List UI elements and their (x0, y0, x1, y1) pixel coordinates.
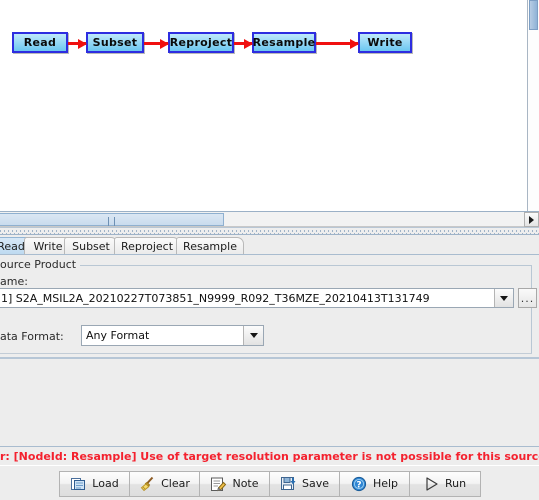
group-border-right (531, 265, 532, 353)
button-label: Note (232, 477, 259, 490)
data-format-label: ata Format: (0, 330, 64, 343)
tab-subset[interactable]: Subset (64, 237, 118, 255)
button-label: Help (372, 477, 399, 490)
source-product-group-title: ource Product (0, 258, 81, 271)
source-product-combo[interactable]: 1] S2A_MSIL2A_20210227T073851_N9999_R092… (0, 288, 514, 308)
notepad-pencil-icon (210, 476, 227, 492)
tab-label: Subset (72, 240, 110, 253)
graph-connector-1[interactable] (144, 38, 169, 49)
data-format-combo[interactable]: Any Format (81, 325, 264, 346)
graph-connector-3[interactable] (316, 38, 359, 49)
data-format-dropdown-arrow[interactable] (243, 326, 263, 345)
read-operator-panel (0, 255, 539, 447)
chevron-down-icon (500, 295, 508, 301)
error-message-bar: r: [NodeId: Resample] Use of target reso… (0, 448, 539, 465)
button-label: Clear (161, 477, 190, 490)
graph-node-resample[interactable]: Resample (252, 32, 316, 53)
vertical-scroll-thumb[interactable] (529, 0, 538, 30)
clear-button[interactable]: Clear (128, 470, 201, 497)
help-button[interactable]: ? Help (338, 470, 411, 497)
panel-separator (0, 357, 539, 359)
graph-node-label: Reproject (169, 36, 233, 49)
product-name-label: ame: (0, 275, 28, 288)
group-border-bottom (0, 353, 532, 354)
graph-canvas[interactable]: Read Subset Reproject Resample Write (0, 0, 539, 211)
graph-node-label: Resample (252, 36, 316, 49)
button-label: Save (301, 477, 329, 490)
folder-open-icon (70, 476, 87, 492)
data-format-value: Any Format (86, 329, 150, 342)
scroll-thumb-grip (108, 217, 115, 226)
scroll-right-arrow-button[interactable] (524, 212, 539, 227)
graph-node-label: Read (23, 36, 57, 49)
chevron-down-icon (249, 333, 258, 338)
tab-label: Reproject (120, 240, 174, 253)
note-button[interactable]: Note (198, 470, 271, 497)
save-disk-icon (280, 476, 297, 492)
graph-connector-2[interactable] (234, 38, 253, 49)
browse-file-button[interactable]: ... (518, 288, 537, 308)
source-product-value: 1] S2A_MSIL2A_20210227T073851_N9999_R092… (1, 291, 430, 305)
graph-node-label: Subset (92, 36, 138, 49)
dialog-button-bar: Load Clear Note Save? Help Run (0, 465, 539, 500)
chevron-right-icon (529, 215, 534, 224)
broom-icon (139, 476, 156, 492)
graph-node-label: Write (367, 36, 403, 49)
tab-reproject[interactable]: Reproject (114, 237, 180, 255)
graph-node-read[interactable]: Read (12, 32, 68, 53)
error-message-text: r: [NodeId: Resample] Use of target reso… (0, 450, 539, 463)
help-circle-icon: ? (351, 476, 368, 492)
graph-node-reproject[interactable]: Reproject (168, 32, 234, 53)
canvas-vertical-scrollbar[interactable] (527, 0, 539, 211)
play-triangle-icon (423, 476, 440, 492)
tab-label: Write (33, 240, 63, 253)
split-pane-divider[interactable] (0, 227, 539, 235)
graph-node-write[interactable]: Write (358, 32, 412, 53)
load-button[interactable]: Load (58, 470, 131, 497)
button-label: Run (444, 477, 467, 490)
group-border-top (72, 265, 532, 266)
svg-text:?: ? (356, 480, 361, 490)
tab-label: Read (0, 240, 25, 253)
source-product-dropdown-arrow[interactable] (494, 289, 513, 307)
graph-node-subset[interactable]: Subset (86, 32, 144, 53)
tab-label: Resample (183, 240, 237, 253)
graph-connector-0[interactable] (68, 38, 87, 49)
button-label: Load (92, 477, 119, 490)
tab-resample[interactable]: Resample (176, 237, 244, 255)
canvas-horizontal-scrollbar[interactable] (0, 211, 539, 227)
run-button[interactable]: Run (408, 470, 481, 497)
horizontal-scroll-thumb[interactable] (0, 213, 224, 226)
save-button[interactable]: Save (268, 470, 341, 497)
operator-tab-strip: Read Write Subset Reproject Resample (0, 236, 539, 255)
graph-builder-dialog: Read Subset Reproject Resample Write Read Wri… (0, 0, 539, 500)
